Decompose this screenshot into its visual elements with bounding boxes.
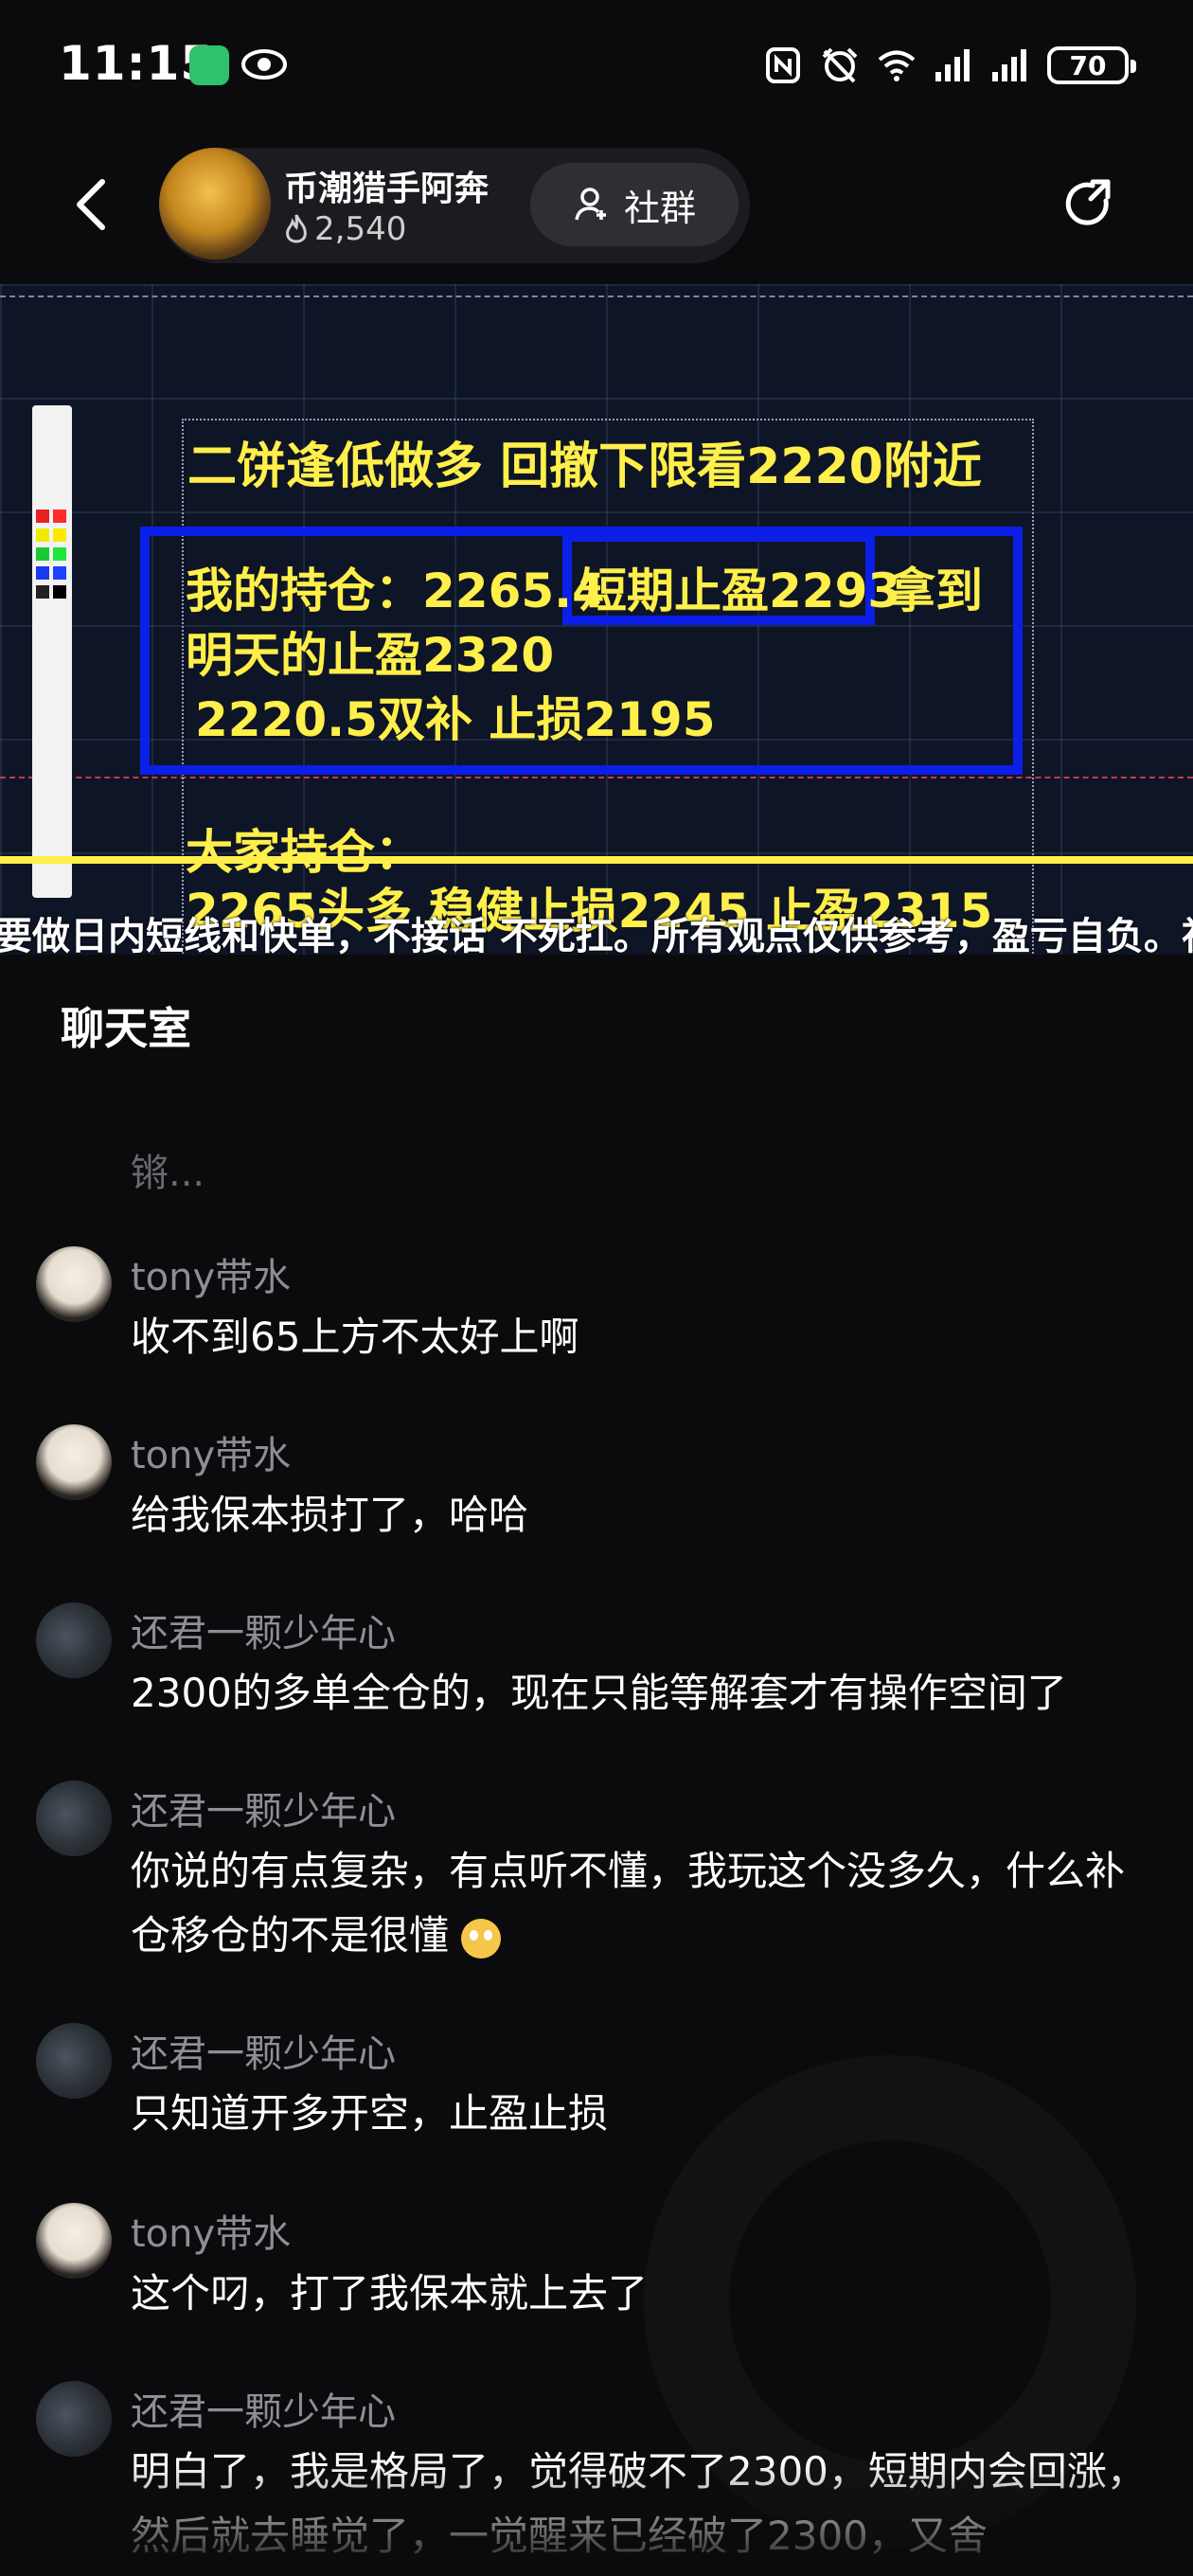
- flame-icon: [286, 214, 307, 243]
- user-avatar[interactable]: [36, 1246, 112, 1322]
- live-video-stream[interactable]: 二饼逢低做多 回撤下限看2220附近 我的持仓：2265.4 短期止盈2293 …: [0, 284, 1193, 955]
- video-headline: 二饼逢低做多 回撤下限看2220附近: [187, 438, 982, 495]
- chat-username[interactable]: tony带水: [131, 2203, 291, 2258]
- user-avatar[interactable]: [36, 2023, 112, 2099]
- community-label: 社群: [623, 187, 696, 229]
- back-arrow-icon[interactable]: [68, 176, 116, 233]
- tomorrow-take-profit-text: 明天的止盈2320: [186, 628, 555, 683]
- chat-text: 你说的有点复杂，有点听不懂，我玩这个没多久，什么补仓移仓的不是很懂: [131, 1848, 1126, 1959]
- chat-username[interactable]: 还君一颗少年心: [131, 2381, 396, 2436]
- chat-room-title: 聊天室: [61, 1003, 191, 1054]
- share-icon[interactable]: [1060, 176, 1117, 233]
- wifi-icon: [878, 50, 916, 81]
- live-header: 币潮猎手阿奔 2,540 社群: [0, 142, 1193, 265]
- add-stop-loss-text: 2220.5双补 止损2195: [195, 692, 716, 747]
- chat-bottom-fade: [0, 2462, 1193, 2576]
- chat-username[interactable]: tony带水: [131, 1246, 291, 1301]
- likes-count: 2,540: [314, 210, 407, 248]
- chat-text: 给我保本损打了，哈哈: [131, 1492, 529, 1538]
- nfc-icon: [766, 47, 800, 83]
- my-position-text: 我的持仓：2265.4: [186, 564, 605, 618]
- host-avatar[interactable]: [159, 148, 271, 259]
- anxious-emoji-icon: [461, 1918, 502, 1959]
- wechat-notification-icon: [189, 45, 229, 85]
- user-avatar[interactable]: [36, 1602, 112, 1678]
- status-bar: 11:15 70: [0, 0, 1193, 133]
- short-take-profit-text: 短期止盈2293: [579, 564, 901, 618]
- drawing-toolbar: [32, 405, 72, 898]
- user-avatar[interactable]: [36, 1424, 112, 1500]
- take-text: 拿到: [888, 564, 983, 618]
- signal-1-icon: [935, 49, 970, 81]
- chat-username[interactable]: tony带水: [131, 1424, 291, 1479]
- community-button[interactable]: 社群: [530, 163, 739, 246]
- chat-username[interactable]: 还君一颗少年心: [131, 2023, 396, 2078]
- chat-username[interactable]: 还君一颗少年心: [131, 1602, 396, 1657]
- chat-text: 这个叼，打了我保本就上去了: [131, 2270, 649, 2317]
- chart-price-line: [0, 856, 1193, 864]
- user-avatar[interactable]: [36, 2203, 112, 2279]
- user-avatar[interactable]: [36, 1780, 112, 1856]
- signal-2-icon: [992, 49, 1026, 81]
- eye-icon: [241, 49, 287, 80]
- chart-dashed-line: [0, 295, 1193, 297]
- battery-indicator: 70: [1047, 46, 1136, 84]
- chat-text: 2300的多单全仓的，现在只能等解套才有操作空间了: [131, 1670, 1067, 1716]
- scrolling-ticker: 要做日内短线和快单，不接话 不死扛。所有观点仅供参考，盈亏自负。祝: [0, 915, 1193, 955]
- popularity-count: 2,540: [284, 210, 406, 248]
- community-icon: [575, 188, 606, 221]
- chat-message-body: 你说的有点复杂，有点听不懂，我玩这个没多久，什么补仓移仓的不是很懂: [131, 1839, 1163, 1968]
- chat-username[interactable]: 还君一颗少年心: [131, 1780, 396, 1835]
- chat-text: 收不到65上方不太好上啊: [131, 1314, 579, 1360]
- host-name: 币潮猎手阿奔: [284, 170, 490, 208]
- typing-indicator: 锵...: [131, 1152, 205, 1195]
- user-avatar[interactable]: [36, 2381, 112, 2457]
- host-profile-pill[interactable]: 币潮猎手阿奔 2,540 社群: [159, 148, 750, 263]
- alarm-off-icon: [822, 47, 858, 83]
